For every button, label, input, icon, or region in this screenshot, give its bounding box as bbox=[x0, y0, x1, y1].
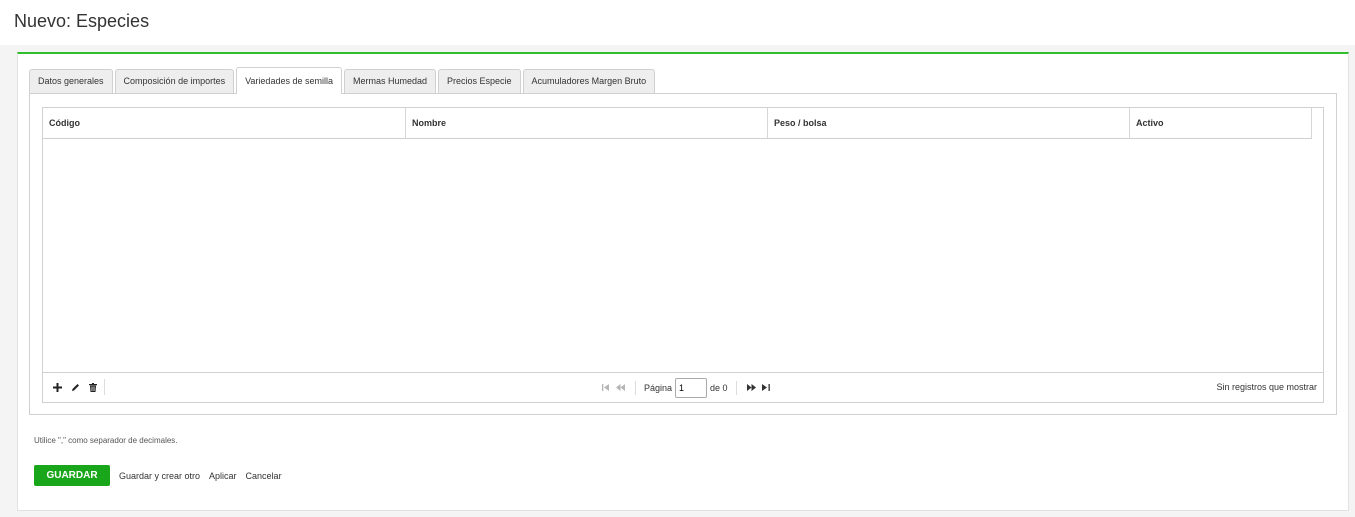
next-page-icon[interactable] bbox=[745, 383, 759, 393]
page-number-input[interactable] bbox=[675, 378, 708, 398]
records-info: Sin registros que mostrar bbox=[1216, 382, 1317, 392]
column-header-activo[interactable]: Activo bbox=[1130, 108, 1312, 138]
varieties-grid: Código Nombre Peso / bolsa Activo Página… bbox=[42, 107, 1324, 403]
form-panel: Datos generales Composición de importes … bbox=[17, 52, 1349, 511]
prev-page-icon[interactable] bbox=[613, 383, 627, 393]
pager-separator bbox=[104, 379, 105, 395]
page-title: Nuevo: Especies bbox=[14, 11, 150, 31]
tab-datos-generales[interactable]: Datos generales bbox=[29, 69, 113, 94]
tab-acumuladores-margen-bruto[interactable]: Acumuladores Margen Bruto bbox=[522, 69, 656, 94]
tab-mermas-humedad[interactable]: Mermas Humedad bbox=[343, 69, 437, 94]
pager-separator bbox=[735, 381, 737, 395]
first-page-icon[interactable] bbox=[599, 383, 613, 393]
tab-variedades-semilla[interactable]: Variedades de semilla bbox=[236, 67, 342, 94]
grid-body bbox=[43, 139, 1323, 373]
page-header: Nuevo: Especies bbox=[0, 0, 1355, 45]
save-and-create-another-link[interactable]: Guardar y crear otro bbox=[119, 471, 200, 481]
cancel-link[interactable]: Cancelar bbox=[246, 471, 282, 481]
column-header-nombre[interactable]: Nombre bbox=[406, 108, 768, 138]
last-page-icon[interactable] bbox=[759, 383, 773, 393]
grid-pager: Página de 0 Sin registros que mostrar bbox=[43, 372, 1323, 402]
edit-icon[interactable] bbox=[70, 381, 80, 393]
form-actions: GUARDAR Guardar y crear otro Aplicar Can… bbox=[34, 465, 282, 486]
page-label: Página bbox=[644, 383, 673, 393]
save-button[interactable]: GUARDAR bbox=[34, 465, 110, 486]
pager-separator bbox=[635, 381, 636, 395]
column-header-codigo[interactable]: Código bbox=[43, 108, 406, 138]
apply-link[interactable]: Aplicar bbox=[209, 471, 237, 481]
delete-icon[interactable] bbox=[88, 381, 98, 393]
add-icon[interactable] bbox=[52, 381, 62, 393]
tab-content: Código Nombre Peso / bolsa Activo Página… bbox=[29, 93, 1337, 415]
column-header-peso-bolsa[interactable]: Peso / bolsa bbox=[768, 108, 1130, 138]
grid-header: Código Nombre Peso / bolsa Activo bbox=[43, 108, 1312, 139]
row-actions bbox=[52, 381, 98, 393]
tab-precios-especie[interactable]: Precios Especie bbox=[438, 69, 521, 94]
tab-bar: Datos generales Composición de importes … bbox=[29, 67, 657, 94]
decimal-separator-hint: Utilice "," como separador de decimales. bbox=[34, 436, 178, 445]
page-count-label: de 0 bbox=[710, 383, 728, 393]
tab-composicion-importes[interactable]: Composición de importes bbox=[114, 69, 235, 94]
page-navigation: Página de 0 bbox=[599, 378, 773, 398]
